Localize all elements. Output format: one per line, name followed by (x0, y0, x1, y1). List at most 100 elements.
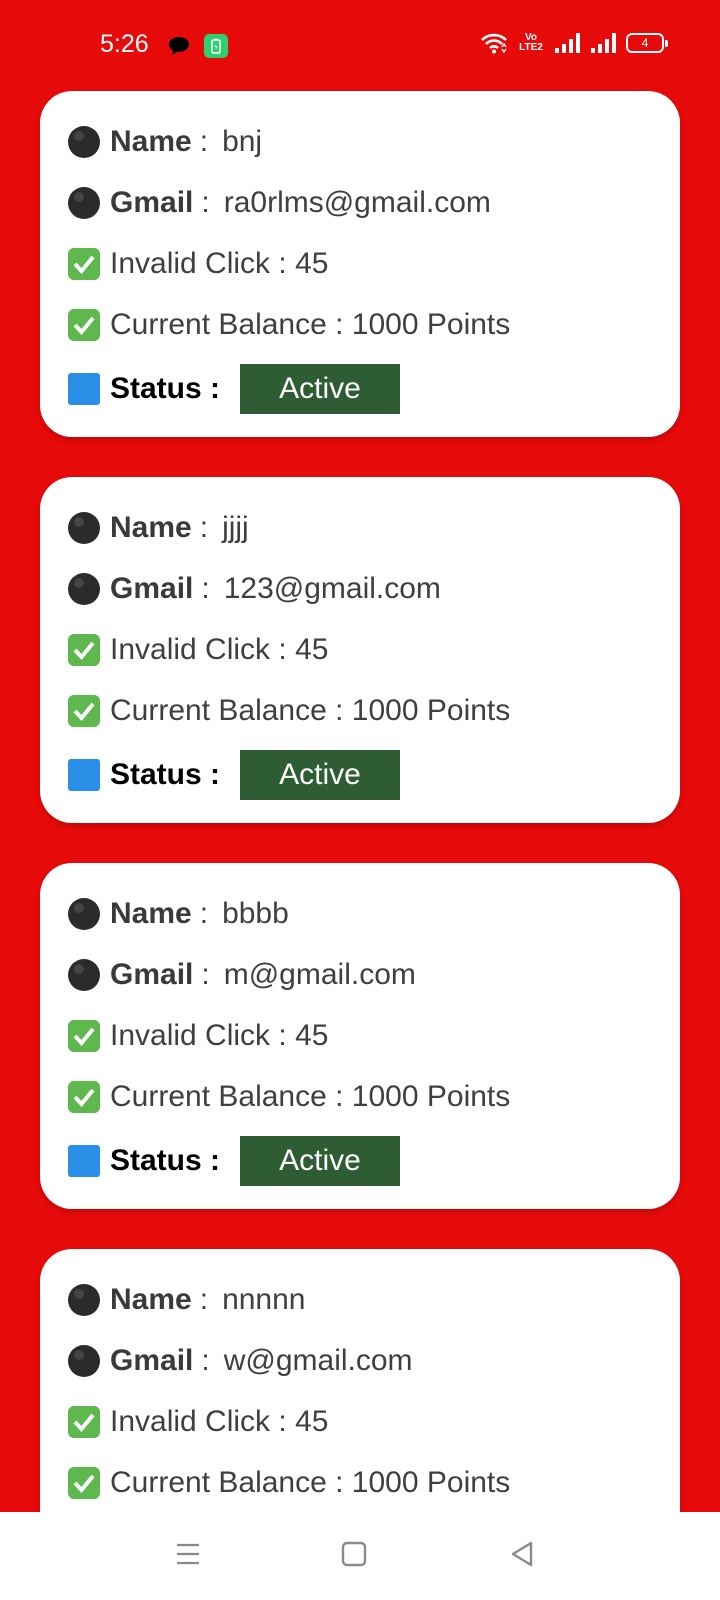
signal-strength-icon (555, 33, 580, 53)
check-mark-icon (68, 633, 100, 666)
balance-value: 1000 Points (351, 1079, 511, 1113)
balance-value: 1000 Points (351, 1465, 511, 1499)
gmail-label: Gmail (110, 185, 194, 219)
status-bar: 5:26 Vo LTE2 4 (0, 0, 720, 90)
balance-value: 1000 Points (351, 693, 511, 727)
black-circle-icon (68, 186, 100, 219)
status-row: Status : Active (66, 355, 680, 423)
blue-square-icon (68, 373, 100, 405)
black-circle-icon (68, 1283, 100, 1316)
gmail-value: ra0rlms@gmail.com (223, 185, 491, 219)
check-mark-icon (68, 1019, 100, 1052)
clock: 5:26 (100, 30, 149, 58)
gmail-label: Gmail (110, 1343, 194, 1377)
gmail-value: m@gmail.com (223, 957, 416, 991)
balance-row: Current Balance : 1000 Points (66, 1452, 680, 1513)
invalid-click-value: 45 (295, 246, 329, 280)
invalid-click-value: 45 (295, 1018, 329, 1052)
gmail-label: Gmail (110, 571, 194, 605)
invalid-click-value: 45 (295, 1404, 329, 1438)
status-badge[interactable]: Active (240, 750, 401, 800)
balance-row: Current Balance : 1000 Points (66, 1066, 680, 1127)
status-label: Status : (110, 372, 221, 405)
black-circle-icon (68, 125, 100, 158)
invalid-click-label: Invalid Click : (110, 246, 296, 280)
gmail-row: Gmail : m@gmail.com (66, 944, 680, 1005)
battery-icon: 4 (626, 33, 668, 53)
user-card[interactable]: Name : nnnnn Gmail : w@gmail.com Invalid… (40, 1249, 680, 1549)
gmail-label: Gmail (110, 957, 194, 991)
recent-apps-menu-icon[interactable] (174, 1540, 202, 1568)
name-label: Name (110, 510, 192, 544)
name-label: Name (110, 896, 192, 930)
check-mark-icon (68, 1405, 100, 1438)
battery-saver-icon (204, 34, 228, 58)
chat-bubble-icon (169, 37, 189, 55)
colon: : (201, 571, 210, 605)
name-label: Name (110, 124, 192, 158)
gmail-value: w@gmail.com (223, 1343, 413, 1377)
invalid-click-row: Invalid Click : 45 (66, 1005, 680, 1066)
name-row: Name : bbbb (66, 883, 680, 944)
back-triangle-icon[interactable] (509, 1540, 535, 1568)
check-mark-icon (68, 1466, 100, 1499)
status-row: Status : Active (66, 741, 680, 809)
balance-row: Current Balance : 1000 Points (66, 294, 680, 355)
balance-label: Current Balance : (110, 1079, 352, 1113)
invalid-click-label: Invalid Click : (110, 632, 296, 666)
balance-label: Current Balance : (110, 1465, 352, 1499)
black-circle-icon (68, 572, 100, 605)
name-value: nnnnn (222, 1282, 306, 1316)
status-row: Status : Active (66, 1127, 680, 1195)
user-card[interactable]: Name : jjjj Gmail : 123@gmail.com Invali… (40, 477, 680, 823)
balance-label: Current Balance : (110, 693, 352, 727)
balance-value: 1000 Points (351, 307, 511, 341)
battery-level: 4 (641, 36, 649, 50)
volte-icon: Vo LTE2 (519, 32, 543, 53)
name-row: Name : bnj (66, 111, 680, 172)
balance-label: Current Balance : (110, 307, 352, 341)
colon: : (201, 957, 210, 991)
status-badge[interactable]: Active (240, 364, 401, 414)
colon: : (199, 896, 209, 930)
user-card[interactable]: Name : bbbb Gmail : m@gmail.com Invalid … (40, 863, 680, 1209)
home-square-icon[interactable] (341, 1540, 367, 1568)
black-circle-icon (68, 511, 100, 544)
black-circle-icon (68, 958, 100, 991)
navigation-bar (0, 1512, 720, 1600)
check-mark-icon (68, 1080, 100, 1113)
invalid-click-label: Invalid Click : (110, 1404, 296, 1438)
name-value: bbbb (222, 896, 289, 930)
invalid-click-label: Invalid Click : (110, 1018, 296, 1052)
black-circle-icon (68, 897, 100, 930)
colon: : (199, 124, 209, 158)
check-mark-icon (68, 694, 100, 727)
wifi-icon (481, 33, 507, 54)
gmail-row: Gmail : ra0rlms@gmail.com (66, 172, 680, 233)
invalid-click-row: Invalid Click : 45 (66, 1391, 680, 1452)
status-badge[interactable]: Active (240, 1136, 401, 1186)
check-mark-icon (68, 308, 100, 341)
colon: : (199, 1282, 209, 1316)
signal-strength-2-icon (591, 33, 616, 53)
user-list[interactable]: Name : bnj Gmail : ra0rlms@gmail.com Inv… (40, 91, 680, 1589)
name-row: Name : nnnnn (66, 1269, 680, 1330)
gmail-row: Gmail : 123@gmail.com (66, 558, 680, 619)
name-value: jjjj (222, 510, 249, 544)
name-value: bnj (222, 124, 263, 158)
name-row: Name : jjjj (66, 497, 680, 558)
user-card[interactable]: Name : bnj Gmail : ra0rlms@gmail.com Inv… (40, 91, 680, 437)
gmail-row: Gmail : w@gmail.com (66, 1330, 680, 1391)
name-label: Name (110, 1282, 192, 1316)
black-circle-icon (68, 1344, 100, 1377)
invalid-click-row: Invalid Click : 45 (66, 233, 680, 294)
system-icons: Vo LTE2 4 (480, 32, 668, 54)
colon: : (199, 510, 209, 544)
colon: : (201, 185, 210, 219)
blue-square-icon (68, 759, 100, 791)
blue-square-icon (68, 1145, 100, 1177)
notification-icons (168, 34, 228, 58)
balance-row: Current Balance : 1000 Points (66, 680, 680, 741)
gmail-value: 123@gmail.com (223, 571, 441, 605)
invalid-click-row: Invalid Click : 45 (66, 619, 680, 680)
